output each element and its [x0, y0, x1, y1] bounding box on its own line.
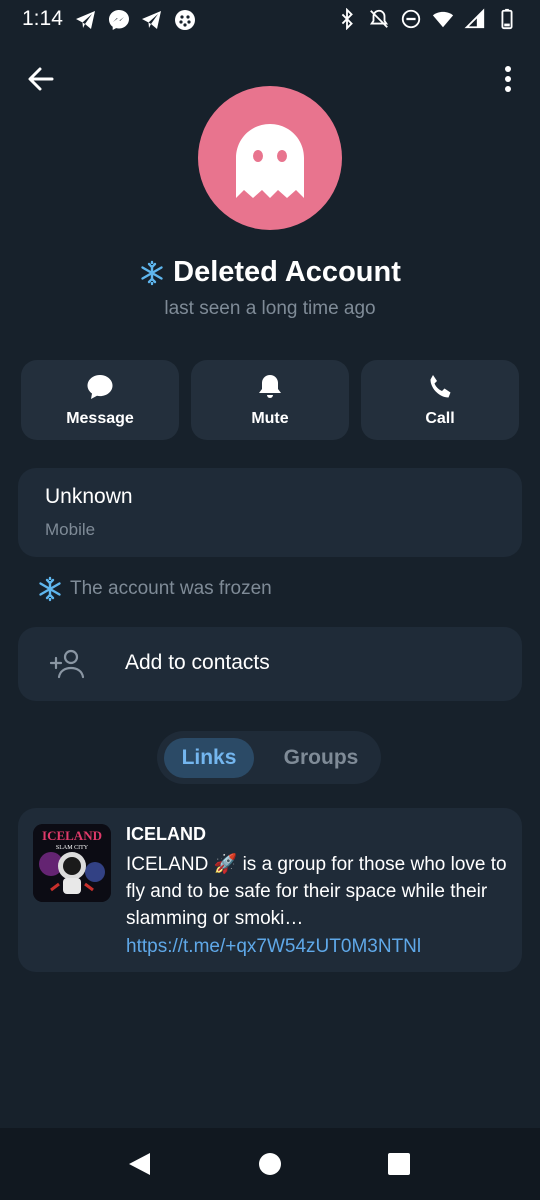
name-row: Deleted Account: [0, 256, 540, 289]
thumbnail-subtitle: SLAM CITY: [56, 845, 89, 851]
more-vertical-icon: [505, 66, 511, 92]
link-thumbnail: ICELAND SLAM CITY: [33, 824, 111, 902]
profile-screen: 1:14 Deleted Account last seen a long ti…: [0, 0, 540, 1200]
more-options-button[interactable]: [498, 60, 518, 98]
add-person-icon: [49, 649, 85, 679]
snowflake-icon: [141, 260, 163, 285]
tab-groups[interactable]: Groups: [269, 738, 373, 778]
frozen-notice: The account was frozen: [37, 576, 272, 602]
link-title: ICELAND: [126, 824, 206, 844]
battery-icon: [501, 8, 513, 30]
do-not-disturb-icon: [401, 9, 421, 29]
shared-media-tabs: Links Groups: [157, 731, 381, 784]
notification-icons: [74, 8, 197, 32]
bell-icon: [259, 375, 281, 398]
frozen-notice-text: The account was frozen: [70, 578, 272, 599]
ghost-icon: [236, 124, 304, 198]
phone-icon: [430, 375, 451, 398]
link-url[interactable]: https://t.me/+qx7W54zUT0M3NTNl: [126, 936, 421, 958]
action-buttons: Message Mute Call: [21, 360, 519, 440]
link-item[interactable]: ICELAND SLAM CITY ICELAND ICELAND 🚀 is a…: [18, 808, 522, 972]
last-seen-status: last seen a long time ago: [164, 298, 376, 319]
link-description: ICELAND 🚀 is a group for those who love …: [126, 854, 507, 929]
chat-bubble-icon: [87, 375, 113, 399]
circle-home-icon: [259, 1153, 281, 1175]
system-icons: [336, 8, 518, 30]
square-recents-icon: [388, 1153, 410, 1175]
nav-recents-button[interactable]: [383, 1148, 415, 1180]
signal-icon: [464, 8, 485, 29]
call-button[interactable]: Call: [361, 360, 519, 440]
telegram-icon: [142, 11, 161, 29]
nav-home-button[interactable]: [254, 1148, 286, 1180]
wifi-icon: [432, 11, 454, 28]
triangle-back-icon: [129, 1153, 150, 1175]
thumbnail-title: ICELAND: [42, 828, 102, 843]
messenger-icon: [109, 10, 129, 30]
telegram-icon: [76, 11, 95, 29]
avatar[interactable]: [198, 86, 342, 230]
notifications-off-icon: [369, 9, 389, 28]
add-to-contacts-button[interactable]: Add to contacts: [18, 627, 522, 701]
phone-info-card[interactable]: Unknown Mobile: [18, 468, 522, 557]
profile-name: Deleted Account: [173, 256, 401, 288]
nav-back-button[interactable]: [124, 1148, 156, 1180]
status-time: 1:14: [22, 7, 63, 30]
phone-label: Mobile: [45, 520, 96, 539]
phone-value: Unknown: [45, 485, 133, 508]
message-button[interactable]: Message: [21, 360, 179, 440]
status-bar: 1:14: [0, 0, 540, 40]
iceland-logo-image: ICELAND SLAM CITY: [33, 824, 111, 902]
app-notification-icon: [175, 10, 195, 30]
arrow-left-icon: [28, 67, 54, 91]
mute-button[interactable]: Mute: [191, 360, 349, 440]
call-label: Call: [425, 410, 455, 427]
back-button[interactable]: [22, 60, 60, 98]
system-nav-bar: [0, 1128, 540, 1200]
message-label: Message: [66, 410, 134, 427]
tab-links[interactable]: Links: [164, 738, 254, 778]
bluetooth-icon: [341, 8, 353, 30]
mute-label: Mute: [251, 410, 289, 427]
snowflake-icon: [39, 576, 61, 602]
add-to-contacts-label: Add to contacts: [125, 651, 270, 674]
